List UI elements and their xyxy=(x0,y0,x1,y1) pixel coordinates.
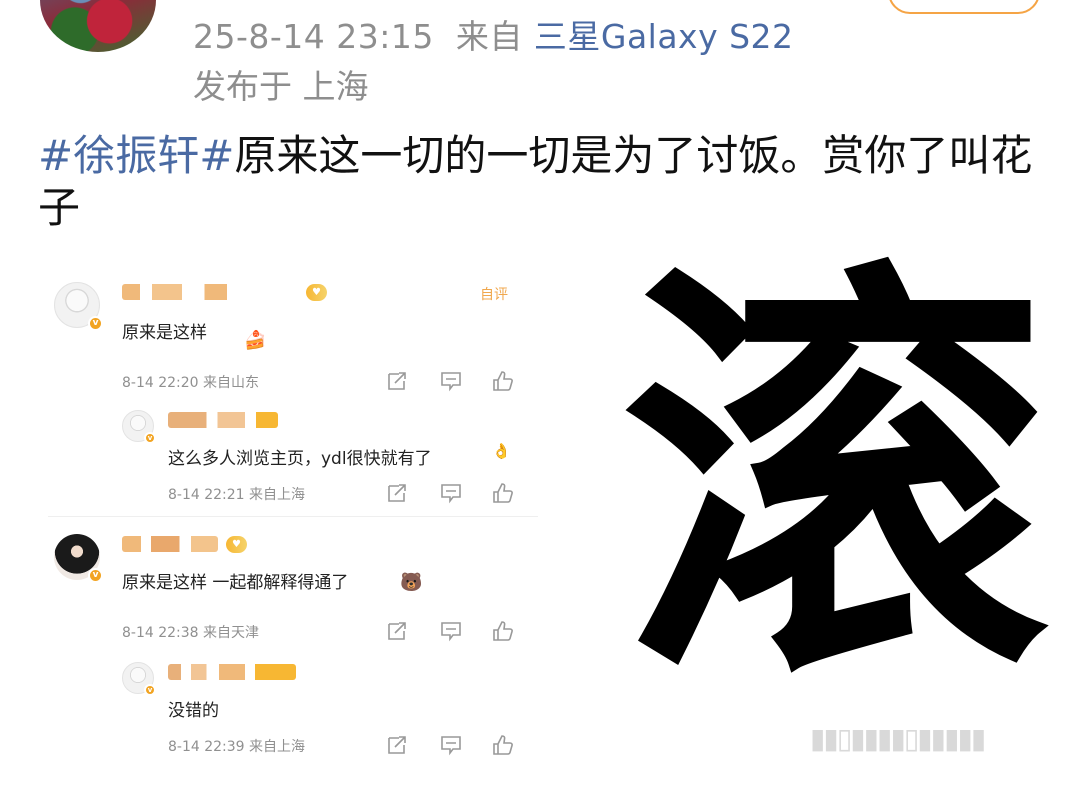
like-icon[interactable] xyxy=(492,734,514,756)
like-icon[interactable] xyxy=(492,370,514,392)
post-source-label: 来自 xyxy=(455,17,523,56)
big-character-image: 滚 xyxy=(620,230,1050,730)
verified-badge-icon: v xyxy=(88,316,103,331)
post-body: #徐振轩#原来这一切的一切是为了讨饭。赏你了叫花子 xyxy=(38,130,1048,234)
reply-time: 8-14 22:39 来自上海 xyxy=(168,739,306,755)
like-icon[interactable] xyxy=(492,482,514,504)
watermark: ▮▮▯▮▮▮▮▯▮▮▮▮▮ xyxy=(810,722,986,755)
sticker-icon: 🐻 xyxy=(400,572,423,593)
share-icon[interactable] xyxy=(386,370,408,392)
hashtag-link[interactable]: #徐振轩# xyxy=(38,131,234,180)
commenter-name[interactable] xyxy=(122,284,272,300)
fan-badge: ♥ xyxy=(306,284,327,301)
post-time: 25-8-14 23:15 xyxy=(193,17,434,56)
author-tag: 自评 xyxy=(480,287,508,303)
post-location: 发布于 上海 xyxy=(193,67,369,106)
verified-badge-icon: v xyxy=(144,432,156,444)
follow-button[interactable] xyxy=(888,0,1040,14)
share-icon[interactable] xyxy=(386,620,408,642)
share-icon[interactable] xyxy=(386,482,408,504)
comment-text: 原来是这样 xyxy=(122,323,207,343)
comment-time: 8-14 22:20 来自山东 xyxy=(122,375,260,391)
comment-icon[interactable] xyxy=(440,370,462,392)
comment-time: 8-14 22:38 来自天津 xyxy=(122,625,260,641)
sticker-icon: 🍰 xyxy=(244,330,267,351)
comment-text: 原来是这样 一起都解释得通了 xyxy=(122,573,349,593)
comment-icon[interactable] xyxy=(440,620,462,642)
replier-name[interactable] xyxy=(168,664,296,680)
comment-screenshot: v ♥ 自评 原来是这样 🍰 8-14 22:20 来自山东 v 这么多人浏览主… xyxy=(48,272,538,782)
poster-avatar[interactable] xyxy=(40,0,156,52)
comment-icon[interactable] xyxy=(440,482,462,504)
post-meta: 25-8-14 23:15 来自 三星Galaxy S22 xyxy=(193,10,794,58)
emoji-icon: 👌 xyxy=(492,442,511,460)
share-icon[interactable] xyxy=(386,734,408,756)
reply-text: 没错的 xyxy=(168,701,219,721)
fan-badge: ♥ xyxy=(226,536,247,553)
verified-badge-icon: v xyxy=(144,684,156,696)
commenter-name[interactable] xyxy=(122,536,218,552)
divider xyxy=(48,516,538,517)
post-device-link[interactable]: 三星Galaxy S22 xyxy=(534,17,794,56)
replier-name[interactable] xyxy=(168,412,278,428)
comment-icon[interactable] xyxy=(440,734,462,756)
reply-time: 8-14 22:21 来自上海 xyxy=(168,487,306,503)
verified-badge-icon: v xyxy=(88,568,103,583)
reply-text: 这么多人浏览主页，ydl很快就有了 xyxy=(168,449,432,469)
like-icon[interactable] xyxy=(492,620,514,642)
